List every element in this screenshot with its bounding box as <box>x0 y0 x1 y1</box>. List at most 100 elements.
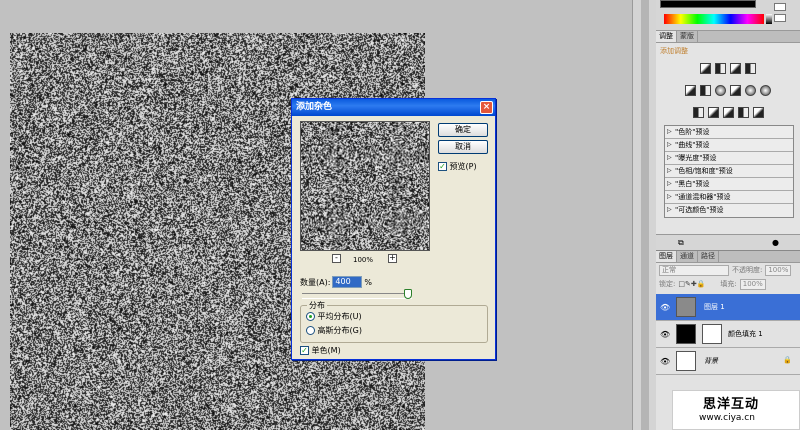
swatch-white-2[interactable] <box>774 14 786 22</box>
vibrance-icon[interactable] <box>685 85 696 96</box>
channel-mixer-icon[interactable] <box>760 85 771 96</box>
foreground-swatch[interactable] <box>660 0 756 8</box>
layer-name: 图层 1 <box>704 302 725 312</box>
eye-icon[interactable]: 👁 <box>660 330 670 339</box>
tab-adjustments[interactable]: 调整 <box>656 31 677 42</box>
adjustments-title: 添加调整 <box>656 43 800 57</box>
preset-list: "色阶"预设 "曲线"预设 "曝光度"预设 "色相/饱和度"预设 "黑白"预设 … <box>664 125 794 218</box>
layer-name: 颜色填充 1 <box>728 329 763 339</box>
adjustments-panel: 调整 蒙版 添加调整 "色阶"预设 "曲线"预设 "曝 <box>656 30 800 250</box>
layer-row-1[interactable]: 👁 图层 1 <box>656 294 800 321</box>
photo-filter-icon[interactable] <box>745 85 756 96</box>
toggle-visibility-icon[interactable]: ● <box>772 238 779 247</box>
watermark: 思洋互动 www.ciya.cn <box>672 390 800 430</box>
swatch-white[interactable] <box>774 3 786 11</box>
uniform-radio[interactable] <box>306 312 315 321</box>
gradient-map-icon[interactable] <box>738 107 749 118</box>
color-panel <box>660 0 798 30</box>
curves-icon[interactable] <box>730 63 741 74</box>
gaussian-radio[interactable] <box>306 326 315 335</box>
eye-icon[interactable]: 👁 <box>660 357 670 366</box>
opacity-label: 不透明度: <box>732 265 762 275</box>
black-white-icon[interactable] <box>730 85 741 96</box>
checkmark-icon: ✓ <box>438 162 447 171</box>
tab-channels[interactable]: 通道 <box>677 251 698 262</box>
preset-channel-mixer[interactable]: "通道混和器"预设 <box>665 191 793 204</box>
adjustment-icons-row-1 <box>656 57 800 79</box>
eye-icon[interactable]: 👁 <box>660 303 670 312</box>
distribution-label: 分布 <box>307 300 327 311</box>
zoom-out-button[interactable]: - <box>332 254 341 263</box>
tab-layers[interactable]: 图层 <box>656 251 677 262</box>
preview-label: 预览(P) <box>450 162 477 171</box>
noise-preview[interactable] <box>300 121 430 251</box>
lock-row: 锁定: □✎✚🔒 填充: 100% <box>656 277 800 291</box>
tab-paths[interactable]: 路径 <box>698 251 719 262</box>
cancel-button[interactable]: 取消 <box>438 140 488 154</box>
layer-thumbnail <box>676 297 696 317</box>
right-panels: 调整 蒙版 添加调整 "色阶"预设 "曲线"预设 "曝 <box>656 0 800 430</box>
preset-hue-saturation[interactable]: "色相/饱和度"预设 <box>665 165 793 178</box>
ok-button[interactable]: 确定 <box>438 123 488 137</box>
lock-icons[interactable]: □✎✚🔒 <box>678 280 705 288</box>
lock-label: 锁定: <box>659 279 675 289</box>
selective-color-icon[interactable] <box>753 107 764 118</box>
close-icon[interactable]: × <box>480 101 493 114</box>
adjustments-tabs: 调整 蒙版 <box>656 31 800 43</box>
preview-checkbox[interactable]: ✓ 预览(P) <box>438 161 477 172</box>
amount-slider-thumb[interactable] <box>404 289 412 299</box>
blend-row: 正常 不透明度: 100% <box>656 263 800 277</box>
exposure-icon[interactable] <box>745 63 756 74</box>
gaussian-label: 高斯分布(G) <box>318 326 362 335</box>
add-noise-dialog: 添加杂色 × 确定 取消 ✓ 预览(P) - 100% + 数量(A): 400… <box>291 98 496 360</box>
amount-row: 数量(A): 400 % <box>300 276 372 288</box>
posterize-icon[interactable] <box>708 107 719 118</box>
amount-label: 数量(A): <box>300 277 330 288</box>
checkmark-icon: ✓ <box>300 346 309 355</box>
watermark-url: www.ciya.cn <box>699 413 755 423</box>
zoom-in-button[interactable]: + <box>388 254 397 263</box>
amount-unit: % <box>364 278 372 287</box>
opacity-field[interactable]: 100% <box>765 265 791 276</box>
gaussian-radio-row[interactable]: 高斯分布(G) <box>306 325 362 336</box>
preset-selective-color[interactable]: "可选颜色"预设 <box>665 204 793 217</box>
layer-row-3[interactable]: 👁 背景 🔒 <box>656 348 800 375</box>
uniform-radio-row[interactable]: 平均分布(U) <box>306 311 362 322</box>
uniform-label: 平均分布(U) <box>318 312 362 321</box>
amount-input[interactable]: 400 <box>332 276 362 288</box>
layer-name: 背景 <box>704 356 718 366</box>
gray-ramp[interactable] <box>766 14 772 24</box>
layer-thumbnail <box>676 351 696 371</box>
fill-label: 填充: <box>720 279 736 289</box>
mono-checkbox[interactable]: ✓ 单色(M) <box>300 345 341 356</box>
panel-divider <box>632 0 656 430</box>
hue-saturation-icon[interactable] <box>700 85 711 96</box>
mono-label: 单色(M) <box>312 346 341 355</box>
watermark-name: 思洋互动 <box>703 393 759 412</box>
layers-tabs: 图层 通道 路径 <box>656 251 800 263</box>
invert-icon[interactable] <box>693 107 704 118</box>
adjustment-icons-row-3 <box>656 101 800 123</box>
preset-curves[interactable]: "曲线"预设 <box>665 139 793 152</box>
preset-levels[interactable]: "色阶"预设 <box>665 126 793 139</box>
dialog-title[interactable]: 添加杂色 <box>292 99 495 116</box>
adjustments-footer: ⧉ ● <box>656 234 800 250</box>
layer-thumbnail <box>676 324 696 344</box>
adjustment-icons-row-2 <box>656 79 800 101</box>
preset-exposure[interactable]: "曝光度"预设 <box>665 152 793 165</box>
clip-icon[interactable]: ⧉ <box>678 238 684 248</box>
fill-field[interactable]: 100% <box>740 279 766 290</box>
color-ramp[interactable] <box>664 14 764 24</box>
mask-thumbnail <box>702 324 722 344</box>
levels-icon[interactable] <box>715 63 726 74</box>
amount-slider-track[interactable] <box>302 293 412 299</box>
tab-masks[interactable]: 蒙版 <box>677 31 698 42</box>
layer-row-2[interactable]: 👁 颜色填充 1 <box>656 321 800 348</box>
lock-icon: 🔒 <box>783 356 792 364</box>
zoom-level: 100% <box>353 256 373 264</box>
preset-black-white[interactable]: "黑白"预设 <box>665 178 793 191</box>
blend-mode-select[interactable]: 正常 <box>659 265 729 276</box>
threshold-icon[interactable] <box>723 107 734 118</box>
color-balance-icon[interactable] <box>715 85 726 96</box>
brightness-icon[interactable] <box>700 63 711 74</box>
